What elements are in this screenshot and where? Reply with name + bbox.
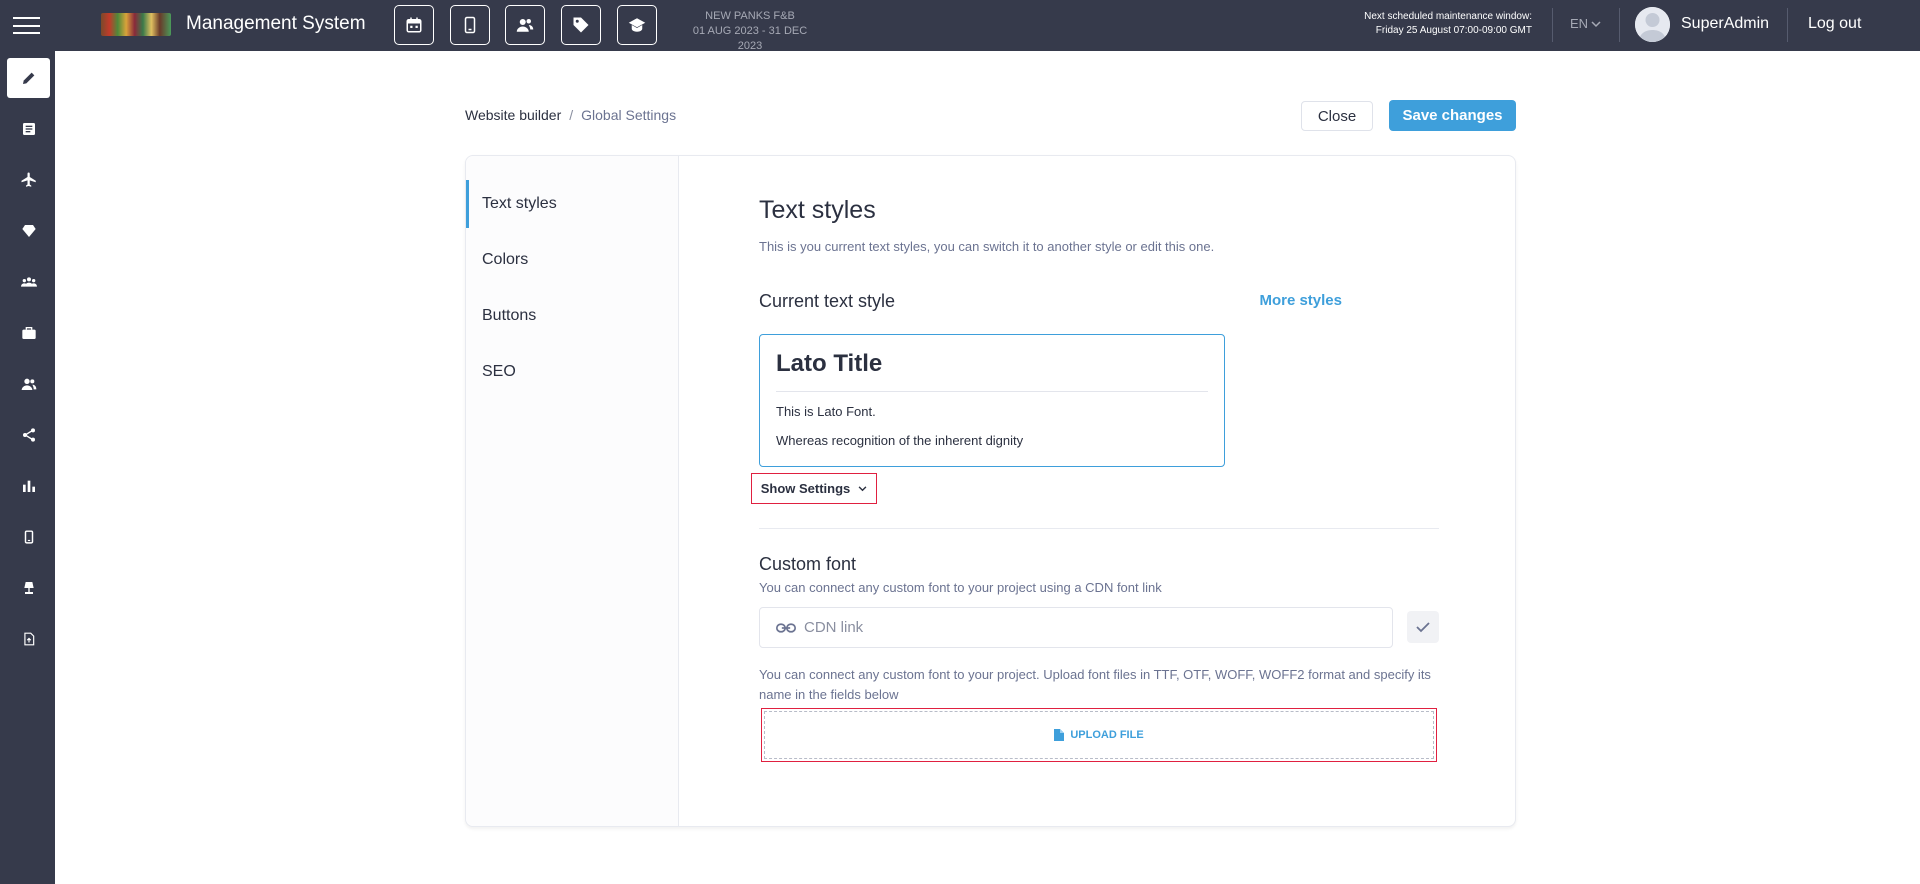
breadcrumb-global-settings: Global Settings: [581, 107, 677, 123]
close-button[interactable]: Close: [1301, 101, 1373, 131]
share-icon: [22, 428, 35, 442]
preview-body-1: This is Lato Font.: [776, 404, 876, 419]
maintenance-info: Next scheduled maintenance window: Frida…: [1320, 10, 1532, 38]
menu-icon[interactable]: [13, 17, 40, 34]
cdn-link-input[interactable]: [804, 619, 1364, 636]
rail-item-sponsors[interactable]: [7, 211, 50, 251]
rail-item-list[interactable]: [7, 109, 50, 149]
team-icon: [20, 277, 37, 287]
graduation-cap-icon: [628, 18, 646, 32]
file-upload-icon: [23, 632, 34, 646]
rail-item-people[interactable]: [7, 364, 50, 404]
maintenance-time: Friday 25 August 07:00-09:00 GMT: [1375, 25, 1532, 36]
check-icon: [1416, 622, 1430, 633]
show-settings-label: Show Settings: [760, 481, 851, 496]
side-nav-buttons[interactable]: Buttons: [482, 307, 536, 325]
side-nav-text-styles[interactable]: Text styles: [482, 195, 557, 213]
people-icon: [21, 378, 36, 390]
language-select[interactable]: EN: [1570, 16, 1601, 31]
preview-body-2: Whereas recognition of the inherent dign…: [776, 433, 1024, 448]
show-settings-button[interactable]: Show Settings: [751, 473, 877, 504]
briefcase-icon: [21, 327, 36, 339]
more-styles-link[interactable]: More styles: [1142, 292, 1342, 309]
upload-file-label: UPLOAD FILE: [1070, 729, 1144, 741]
rail-item-share[interactable]: [7, 415, 50, 455]
custom-font-description: You can connect any custom font to your …: [759, 580, 1162, 595]
breadcrumb: Website builder / Global Settings: [465, 107, 676, 123]
bar-chart-icon: [22, 480, 35, 492]
language-value: EN: [1570, 16, 1589, 31]
avatar[interactable]: [1635, 7, 1670, 42]
rail-item-lamp[interactable]: [7, 568, 50, 608]
chevron-down-icon: [1591, 20, 1601, 27]
divider: [1552, 8, 1553, 42]
tag-icon: [573, 17, 589, 33]
airplane-icon: [21, 172, 36, 187]
divider: [1619, 8, 1620, 42]
maintenance-label: Next scheduled maintenance window:: [1364, 11, 1532, 22]
rail-item-editor[interactable]: [7, 58, 50, 98]
upload-file-dropzone[interactable]: UPLOAD FILE: [761, 708, 1437, 762]
rail-item-mobile[interactable]: [7, 517, 50, 557]
left-rail: [0, 51, 55, 884]
username[interactable]: SuperAdmin: [1681, 15, 1769, 33]
rail-item-import[interactable]: [7, 619, 50, 659]
app-title: Management System: [186, 13, 366, 34]
section-title: Text styles: [759, 196, 876, 224]
section-divider: [759, 528, 1439, 529]
current-text-style-label: Current text style: [759, 291, 896, 311]
calendar-button[interactable]: [394, 5, 434, 45]
confirm-cdn-button[interactable]: [1407, 611, 1439, 643]
section-description: This is you current text styles, you can…: [759, 239, 1215, 254]
text-style-preview[interactable]: Lato Title This is Lato Font. Whereas re…: [759, 334, 1225, 467]
side-nav-colors[interactable]: Colors: [482, 251, 528, 269]
custom-font-title: Custom font: [759, 554, 857, 574]
pencil-icon: [22, 72, 34, 84]
tags-button[interactable]: [561, 5, 601, 45]
users-button[interactable]: [505, 5, 545, 45]
divider: [1787, 8, 1788, 42]
preview-title: Lato Title: [776, 350, 883, 377]
settings-card: Text styles Colors Buttons SEO Text styl…: [465, 155, 1516, 827]
mobile-app-button[interactable]: [450, 5, 490, 45]
cdn-link-field[interactable]: [759, 607, 1393, 648]
chevron-down-icon: [858, 485, 867, 491]
rail-item-teams[interactable]: [7, 262, 50, 302]
breadcrumb-separator: /: [569, 107, 574, 123]
event-dates: 01 AUG 2023 - 31 DEC 2023: [692, 25, 808, 52]
top-bar: Management System NEW PANKS F&B 01 AUG 2…: [0, 0, 1920, 54]
calendar-icon: [406, 17, 422, 33]
users-icon: [516, 19, 534, 32]
upload-file-area[interactable]: UPLOAD FILE: [764, 711, 1434, 759]
settings-side-nav: Text styles Colors Buttons SEO: [466, 156, 679, 826]
active-indicator: [466, 180, 469, 228]
app-logo: [101, 13, 171, 36]
logout-link[interactable]: Log out: [1808, 15, 1861, 33]
diamond-icon: [21, 225, 36, 237]
training-button[interactable]: [617, 5, 657, 45]
file-icon: [1054, 729, 1065, 741]
mobile-icon: [464, 16, 476, 34]
save-changes-button[interactable]: Save changes: [1389, 100, 1516, 131]
upload-description: You can connect any custom font to your …: [759, 667, 1431, 702]
rail-item-exhibitors[interactable]: [7, 313, 50, 353]
event-info: NEW PANKS F&B 01 AUG 2023 - 31 DEC 2023: [680, 9, 820, 54]
rail-item-travel[interactable]: [7, 160, 50, 200]
list-icon: [22, 123, 35, 135]
link-icon: [776, 622, 796, 634]
lamp-icon: [23, 582, 34, 594]
preview-divider: [776, 391, 1208, 392]
user-avatar-icon: [1635, 7, 1670, 42]
side-nav-seo[interactable]: SEO: [482, 363, 516, 381]
rail-item-reports[interactable]: [7, 466, 50, 506]
breadcrumb-website-builder[interactable]: Website builder: [465, 107, 561, 123]
mobile-icon: [24, 530, 33, 544]
event-name: NEW PANKS F&B: [705, 10, 795, 22]
